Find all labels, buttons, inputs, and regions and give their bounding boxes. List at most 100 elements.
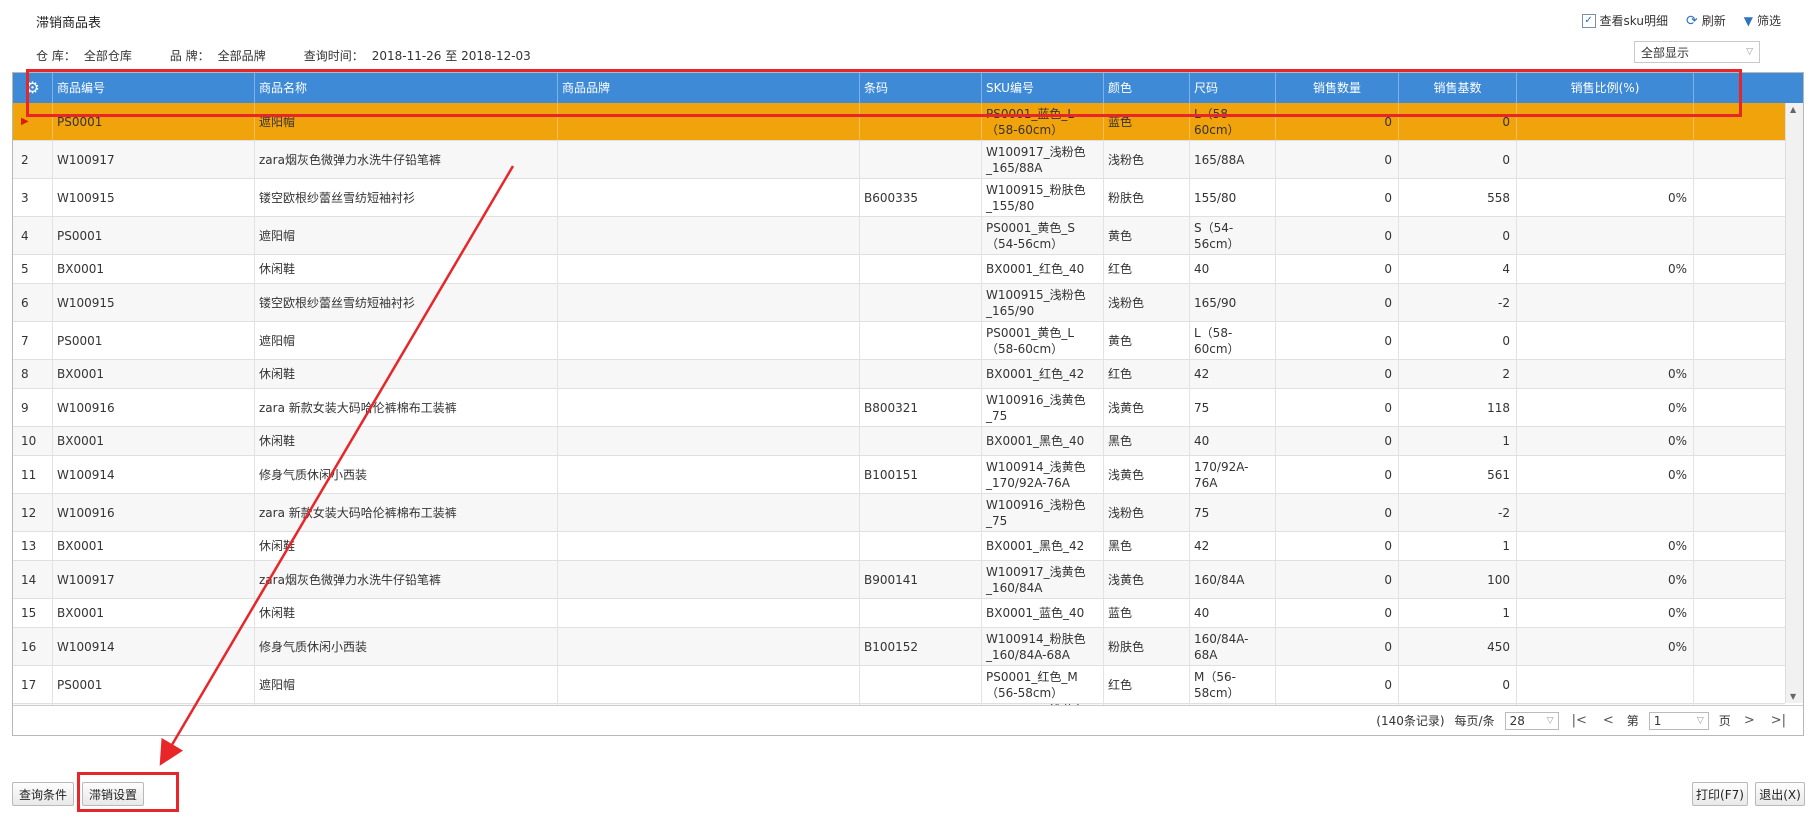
- cell-size[interactable]: 40: [1190, 599, 1276, 627]
- cell-sales-qty[interactable]: 0: [1276, 389, 1399, 426]
- cell-size[interactable]: 75: [1190, 494, 1276, 531]
- cell-sku[interactable]: BX0001_黑色_40: [982, 427, 1104, 455]
- cell-barcode[interactable]: [860, 532, 982, 560]
- print-button[interactable]: 打印(F7): [1692, 782, 1748, 806]
- cell-sales-ratio[interactable]: 0%: [1517, 389, 1694, 426]
- cell-sales-ratio[interactable]: [1517, 666, 1694, 703]
- checkbox-icon[interactable]: ✓: [1581, 13, 1596, 28]
- cell-size[interactable]: 42: [1190, 532, 1276, 560]
- cell-color[interactable]: 浅粉色: [1104, 494, 1190, 531]
- cell-sku[interactable]: BX0001_蓝色_40: [982, 599, 1104, 627]
- cell-sku[interactable]: BX0001_红色_42: [982, 360, 1104, 388]
- cell-barcode[interactable]: [860, 141, 982, 178]
- table-row[interactable]: 4 PS0001 遮阳帽 PS0001_黄色_S（54-56cm） 黄色 S（54-56c…: [13, 217, 1785, 255]
- table-row[interactable]: 14 W100917 zara烟灰色微弹力水洗牛仔铅笔裤 B900141 W100917…: [13, 561, 1785, 599]
- table-row[interactable]: 8 BX0001 休闲鞋 BX0001_红色_42 红色 42 0 2 0%: [13, 360, 1785, 389]
- cell-barcode[interactable]: [860, 599, 982, 627]
- cell-sales-qty[interactable]: 0: [1276, 666, 1399, 703]
- cell-sales-ratio[interactable]: 0%: [1517, 179, 1694, 216]
- cell-code[interactable]: PS0001: [53, 217, 255, 254]
- cell-sales-base[interactable]: 2: [1399, 360, 1517, 388]
- cell-code[interactable]: PS0001: [53, 322, 255, 359]
- table-row[interactable]: 11 W100914 修身气质休闲小西装 B100151 W100914_浅黄色_170…: [13, 456, 1785, 494]
- cell-barcode[interactable]: [860, 255, 982, 283]
- cell-brand[interactable]: [558, 666, 860, 703]
- cell-brand[interactable]: [558, 456, 860, 493]
- cell-sku[interactable]: W100914_浅黄色_170/92A-76A: [982, 456, 1104, 493]
- cell-size[interactable]: 40: [1190, 427, 1276, 455]
- cell-sales-qty[interactable]: 0: [1276, 561, 1399, 598]
- cell-code[interactable]: W100914: [53, 456, 255, 493]
- cell-sales-base[interactable]: 558: [1399, 179, 1517, 216]
- per-page-select[interactable]: 28 ▽: [1504, 711, 1559, 730]
- cell-sales-qty[interactable]: 0: [1276, 255, 1399, 283]
- cell-sku[interactable]: PS0001_红色_M（56-58cm）: [982, 666, 1104, 703]
- cell-barcode[interactable]: [860, 103, 982, 140]
- cell-sales-base[interactable]: 0: [1399, 141, 1517, 178]
- query-conditions-button[interactable]: 查询条件: [12, 782, 74, 806]
- table-row[interactable]: 6 W100915 镂空欧根纱蕾丝雪纺短袖衬衫 W100915_浅粉色_165/90 浅…: [13, 284, 1785, 322]
- cell-brand[interactable]: [558, 360, 860, 388]
- cell-color[interactable]: 浅粉色: [1104, 141, 1190, 178]
- table-row[interactable]: 15 BX0001 休闲鞋 BX0001_蓝色_40 蓝色 40 0 1 0%: [13, 599, 1785, 628]
- cell-brand[interactable]: [558, 427, 860, 455]
- cell-brand[interactable]: [558, 561, 860, 598]
- cell-sales-ratio[interactable]: 0%: [1517, 561, 1694, 598]
- cell-size[interactable]: 160/84A-68A: [1190, 628, 1276, 665]
- cell-color[interactable]: 浅黄色: [1104, 389, 1190, 426]
- cell-sku[interactable]: BX0001_红色_40: [982, 255, 1104, 283]
- exit-button[interactable]: 退出(X): [1755, 782, 1805, 806]
- table-row[interactable]: 3 W100915 镂空欧根纱蕾丝雪纺短袖衬衫 B600335 W100915_粉肤色_…: [13, 179, 1785, 217]
- col-header-size[interactable]: 尺码: [1190, 73, 1276, 103]
- cell-size[interactable]: 40: [1190, 255, 1276, 283]
- cell-sku[interactable]: W100917_浅粉色_165/88A: [982, 141, 1104, 178]
- cell-code[interactable]: W100916: [53, 494, 255, 531]
- cell-size[interactable]: 165/90: [1190, 284, 1276, 321]
- cell-size[interactable]: 155/80: [1190, 179, 1276, 216]
- table-row[interactable]: 13 BX0001 休闲鞋 BX0001_黑色_42 黑色 42 0 1 0%: [13, 532, 1785, 561]
- cell-brand[interactable]: [558, 532, 860, 560]
- cell-size[interactable]: 42: [1190, 360, 1276, 388]
- cell-sales-base[interactable]: -2: [1399, 284, 1517, 321]
- cell-sku[interactable]: W100914_粉肤色_160/84A-68A: [982, 628, 1104, 665]
- cell-size[interactable]: M（56-58cm）: [1190, 666, 1276, 703]
- cell-color[interactable]: 黄色: [1104, 322, 1190, 359]
- scroll-down-icon[interactable]: ▼: [1790, 692, 1796, 701]
- cell-color[interactable]: 黑色: [1104, 427, 1190, 455]
- cell-barcode[interactable]: B100151: [860, 456, 982, 493]
- cell-size[interactable]: 160/84A: [1190, 561, 1276, 598]
- page-number-input[interactable]: 1 ▽: [1648, 711, 1709, 730]
- table-row[interactable]: 9 W100916 zara 新款女装大码哈伦裤棉布工装裤 B800321 W10091…: [13, 389, 1785, 427]
- cell-sales-base[interactable]: 561: [1399, 456, 1517, 493]
- col-header-sku[interactable]: SKU编号: [982, 73, 1104, 103]
- table-row[interactable]: 7 PS0001 遮阳帽 PS0001_黄色_L（58-60cm） 黄色 L（58-60c…: [13, 322, 1785, 360]
- cell-code[interactable]: W100917: [53, 561, 255, 598]
- cell-color[interactable]: 红色: [1104, 666, 1190, 703]
- cell-code[interactable]: PS0001: [53, 666, 255, 703]
- cell-barcode[interactable]: [860, 360, 982, 388]
- cell-brand[interactable]: [558, 217, 860, 254]
- next-page-icon[interactable]: >: [1741, 713, 1758, 728]
- gear-icon[interactable]: ⚙: [13, 73, 53, 103]
- col-header-name[interactable]: 商品名称: [255, 73, 558, 103]
- slow-moving-settings-button[interactable]: 滞销设置: [82, 782, 144, 806]
- cell-name[interactable]: 遮阳帽: [255, 103, 558, 140]
- cell-color[interactable]: 黄色: [1104, 217, 1190, 254]
- cell-size[interactable]: 170/92A-76A: [1190, 456, 1276, 493]
- cell-sku[interactable]: W100916_浅粉色_75: [982, 494, 1104, 531]
- sku-detail-toggle[interactable]: ✓ 查看sku明细: [1581, 12, 1668, 29]
- cell-brand[interactable]: [558, 141, 860, 178]
- cell-color[interactable]: 红色: [1104, 360, 1190, 388]
- vertical-scrollbar[interactable]: ▲ ▼: [1785, 103, 1803, 703]
- cell-name[interactable]: 休闲鞋: [255, 532, 558, 560]
- cell-code[interactable]: W100915: [53, 284, 255, 321]
- cell-sales-ratio[interactable]: 0%: [1517, 532, 1694, 560]
- cell-sales-base[interactable]: 0: [1399, 666, 1517, 703]
- cell-sales-base[interactable]: 118: [1399, 389, 1517, 426]
- col-header-brand[interactable]: 商品品牌: [558, 73, 860, 103]
- display-select[interactable]: 全部显示 ▽: [1634, 41, 1760, 63]
- cell-sales-qty[interactable]: 0: [1276, 427, 1399, 455]
- cell-sku[interactable]: W100915_浅粉色_165/90: [982, 284, 1104, 321]
- cell-sales-ratio[interactable]: [1517, 284, 1694, 321]
- cell-barcode[interactable]: [860, 284, 982, 321]
